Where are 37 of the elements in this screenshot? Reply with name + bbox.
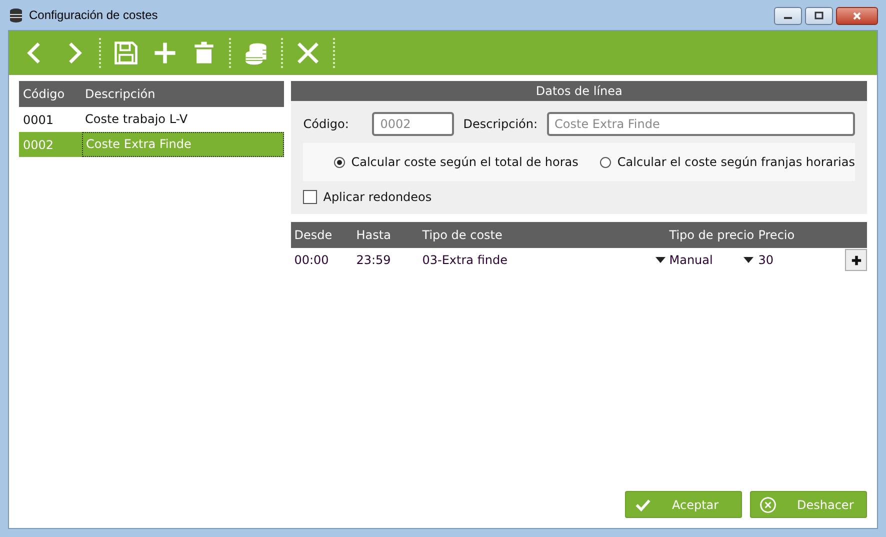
- column-header: Tipo de coste: [422, 228, 504, 242]
- code-cell-text: 0002: [22, 138, 55, 152]
- close-button[interactable]: [836, 7, 878, 25]
- cancel-icon: [759, 496, 777, 514]
- save-icon[interactable]: [112, 39, 140, 67]
- code-cell-text: 0001: [22, 112, 55, 126]
- maximize-icon: [814, 11, 824, 21]
- close-icon: [852, 11, 862, 21]
- description-cell: Coste Extra Finde: [82, 132, 284, 157]
- price-type-dropdown[interactable]: Manual: [666, 253, 754, 267]
- caret-icon: [743, 257, 754, 263]
- column-header: Código: [22, 87, 66, 101]
- plus-icon: [850, 254, 862, 266]
- caret-icon: [655, 257, 666, 263]
- coins-icon: [8, 7, 24, 23]
- column-header: Tipo de precio: [668, 228, 754, 242]
- column-header: Desde: [293, 228, 334, 242]
- table-cell-text: 30: [757, 253, 775, 267]
- column-header: Descripción: [84, 87, 156, 101]
- code-field[interactable]: 0002: [372, 112, 454, 136]
- minimize-button[interactable]: [774, 7, 802, 25]
- column-header: Hasta: [356, 228, 392, 242]
- table-cell-text: 00:00: [293, 253, 330, 267]
- description-field[interactable]: Coste Extra Finde: [546, 112, 855, 136]
- checkbox-label: Aplicar redondeos: [323, 190, 432, 204]
- description-cell-text: Coste trabajo L-V: [84, 111, 189, 128]
- table-cell-text: 23:59: [356, 253, 392, 267]
- panel-title: Datos de línea: [291, 81, 867, 101]
- window-title: Configuración de costes: [29, 8, 158, 22]
- add-row-button[interactable]: [845, 249, 867, 271]
- list-row[interactable]: 0001 Coste trabajo L-V: [19, 107, 284, 132]
- rounding-checkbox[interactable]: Aplicar redondeos: [303, 190, 432, 204]
- column-header: Precio: [757, 228, 796, 242]
- maximize-button[interactable]: [805, 7, 833, 25]
- field-label: Descripción:: [463, 117, 538, 131]
- field-label: Código:: [303, 117, 350, 131]
- cost-type-dropdown[interactable]: 03-Extra finde: [422, 253, 666, 267]
